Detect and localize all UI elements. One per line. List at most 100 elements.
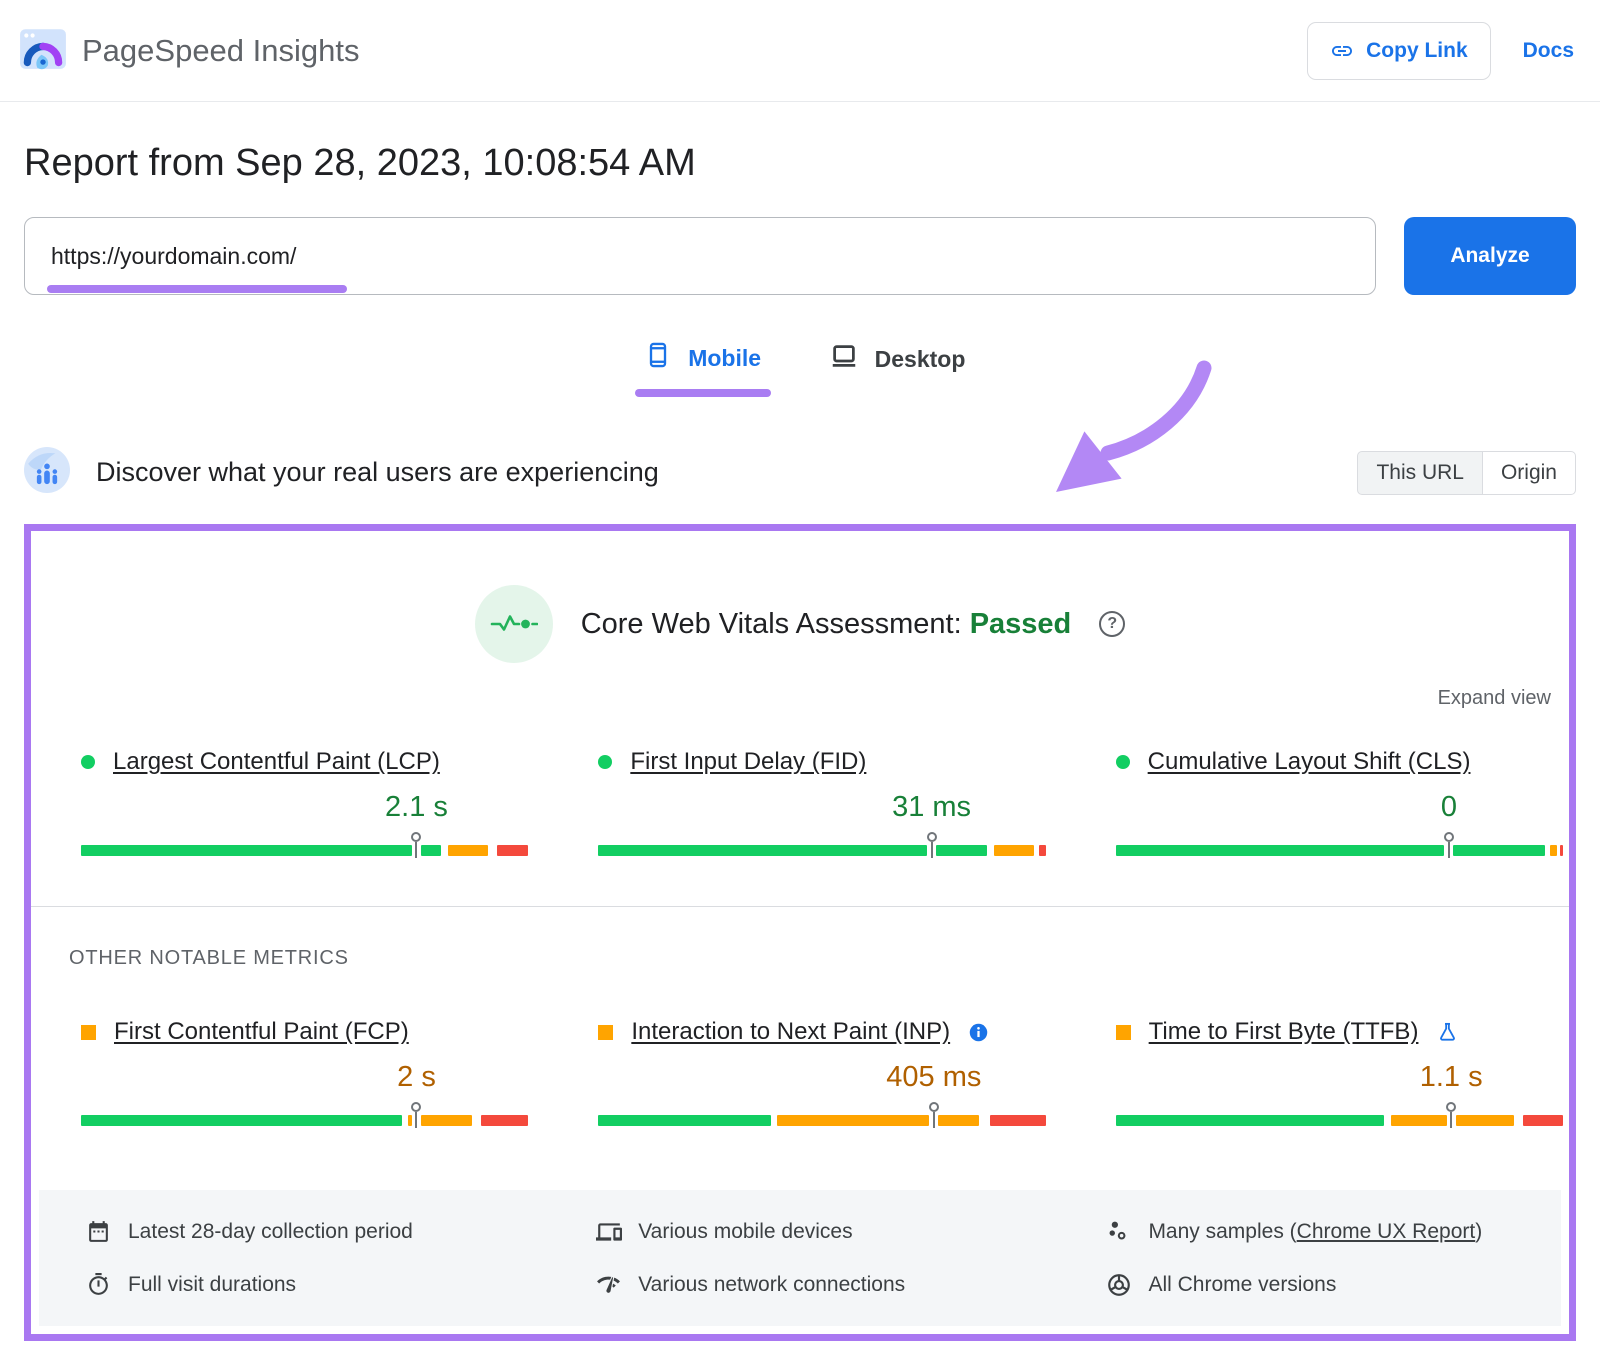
annotation-underline-mobile-tab [634, 389, 771, 397]
metric-link-lcp[interactable]: Largest Contentful Paint (LCP) [113, 748, 440, 776]
metric-link-cls[interactable]: Cumulative Layout Shift (CLS) [1148, 748, 1471, 776]
note-item: Many samples (Chrome UX Report) [1105, 1218, 1561, 1245]
chrome-icon [1105, 1271, 1132, 1298]
page-title: Report from Sep 28, 2023, 10:08:54 AM [24, 142, 696, 184]
chrome-ux-report-link[interactable]: Chrome UX Report [1297, 1220, 1476, 1243]
needs-improvement-square-bullet [1115, 1024, 1131, 1040]
copy-link-button[interactable]: Copy Link [1307, 21, 1491, 80]
metric-bar-wrap [598, 1098, 1046, 1128]
metric-link-inp[interactable]: Interaction to Next Paint (INP) [631, 1018, 950, 1046]
cwv-panel: Core Web Vitals Assessment: Passed ? Exp… [24, 524, 1576, 1341]
bar-segment-orange [420, 1115, 472, 1126]
pagespeed-logo-icon [18, 23, 68, 78]
bar-segment-orange [777, 1115, 930, 1126]
app-header: PageSpeed Insights Copy Link Docs [0, 0, 1600, 102]
core-metrics-grid: Largest Contentful Paint (LCP) 2.1 s First… [81, 748, 1563, 858]
value-marker-pin [411, 1102, 422, 1128]
metric-cls: Cumulative Layout Shift (CLS) 0 [1115, 748, 1563, 858]
mobile-phone-icon [644, 341, 672, 375]
calendar-icon [85, 1218, 112, 1245]
metric-value: 0 [1440, 791, 1457, 823]
metric-lcp: Largest Contentful Paint (LCP) 2.1 s [81, 748, 529, 858]
metric-value: 2 s [397, 1061, 436, 1093]
bar-segment-green [81, 845, 413, 856]
devices-icon [595, 1218, 622, 1245]
metric-distribution-bar [81, 845, 529, 856]
needs-improvement-square-bullet [598, 1024, 614, 1040]
scope-origin-button[interactable]: Origin [1482, 450, 1576, 495]
brand[interactable]: PageSpeed Insights [18, 23, 360, 78]
bar-segment-green [1115, 1115, 1385, 1126]
metric-bar-wrap [1115, 1098, 1563, 1128]
value-marker-pin [1446, 1102, 1457, 1128]
samples-icon [1105, 1218, 1132, 1245]
metric-inp: Interaction to Next Paint (INP) 405 ms [598, 1018, 1046, 1128]
bar-segment-green [598, 1115, 771, 1126]
metric-value: 31 ms [892, 791, 972, 823]
note-column: Various mobile devices Various network co… [595, 1218, 1105, 1298]
bar-segment-green [1115, 845, 1445, 856]
info-icon[interactable] [968, 1022, 989, 1043]
discover-heading: Discover what your real users are experi… [96, 457, 659, 487]
other-metrics-grid: First Contentful Paint (FCP) 2 s Interacti… [81, 1018, 1563, 1128]
link-icon [1330, 39, 1354, 63]
analyze-button[interactable]: Analyze [1404, 217, 1576, 295]
note-column: Latest 28-day collection period Full visi… [85, 1218, 595, 1298]
real-users-avatar-icon [24, 447, 70, 498]
cwv-assessment-title: Core Web Vitals Assessment: Passed [580, 607, 1072, 640]
metric-value: 1.1 s [1419, 1061, 1483, 1093]
network-icon [595, 1271, 622, 1298]
expand-view-link[interactable]: Expand view [49, 687, 1551, 710]
metric-head: Largest Contentful Paint (LCP) [81, 748, 528, 776]
flask-icon[interactable] [1436, 1021, 1459, 1044]
metric-ttfb: Time to First Byte (TTFB) 1.1 s [1115, 1018, 1563, 1128]
metric-head: First Input Delay (FID) [598, 748, 1045, 776]
metric-distribution-bar [1115, 1115, 1563, 1126]
metric-link-ttfb[interactable]: Time to First Byte (TTFB) [1149, 1018, 1419, 1046]
bar-segment-red [481, 1115, 529, 1126]
tab-desktop-label: Desktop [874, 345, 966, 372]
bar-segment-red [1522, 1115, 1563, 1126]
value-marker-pin [411, 832, 422, 858]
metric-value-row: 2 s [81, 1046, 528, 1098]
other-metrics-heading: OTHER NOTABLE METRICS [69, 947, 349, 969]
header-actions: Copy Link Docs [1307, 21, 1574, 80]
note-item: Various network connections [595, 1271, 1105, 1298]
bar-segment-red [497, 845, 529, 856]
docs-link[interactable]: Docs [1523, 39, 1574, 63]
bar-segment-orange [447, 845, 489, 856]
tab-desktop[interactable]: Desktop [829, 341, 966, 397]
annotation-underline-url [47, 285, 347, 293]
pulse-icon [474, 585, 553, 663]
good-dot-bullet [81, 755, 95, 769]
metric-value-row: 1.1 s [1116, 1046, 1563, 1098]
metric-link-fid[interactable]: First Input Delay (FID) [630, 748, 866, 776]
bar-segment-orange [994, 845, 1035, 856]
app-title: PageSpeed Insights [82, 32, 360, 68]
metric-value-row: 2.1 s [81, 776, 528, 828]
device-tabs: Mobile Desktop [0, 341, 1600, 397]
metric-head: Interaction to Next Paint (INP) [598, 1018, 1045, 1046]
metric-distribution-bar [598, 845, 1046, 856]
tab-mobile[interactable]: Mobile [634, 341, 771, 397]
metric-link-fcp[interactable]: First Contentful Paint (FCP) [114, 1018, 409, 1046]
note-item: Full visit durations [85, 1271, 595, 1298]
stopwatch-icon [85, 1271, 112, 1298]
metric-value-row: 31 ms [598, 776, 1045, 828]
bar-segment-red [1559, 845, 1563, 856]
url-value: https://yourdomain.com/ [51, 242, 297, 269]
note-text: All Chrome versions [1148, 1272, 1337, 1296]
metric-distribution-bar [81, 1115, 529, 1126]
collection-notes: Latest 28-day collection period Full visi… [39, 1190, 1561, 1326]
search-row: https://yourdomain.com/ Analyze [0, 217, 1600, 295]
help-icon[interactable]: ? [1099, 611, 1126, 637]
metric-value: 2.1 s [385, 791, 448, 823]
bar-segment-red [989, 1115, 1046, 1126]
metric-value: 405 ms [886, 1061, 982, 1093]
bar-segment-orange [1390, 1115, 1447, 1126]
scope-this-url-button[interactable]: This URL [1357, 450, 1483, 495]
url-input[interactable]: https://yourdomain.com/ [24, 217, 1376, 295]
note-text: Various mobile devices [638, 1219, 853, 1243]
bar-segment-red [1039, 845, 1046, 856]
cwv-assessment-header: Core Web Vitals Assessment: Passed ? [31, 585, 1569, 663]
